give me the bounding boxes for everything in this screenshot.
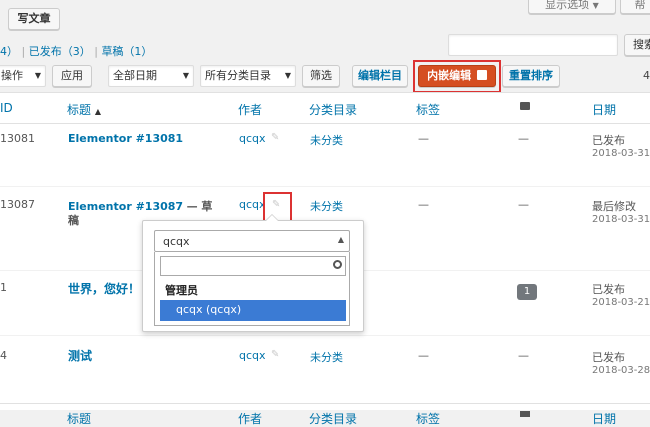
apply-button[interactable]: 应用 — [52, 65, 92, 87]
reset-order-button[interactable]: 重置排序 — [502, 65, 560, 87]
author-link[interactable]: qcqx — [239, 349, 266, 362]
screen-options-label: 显示选项 — [545, 0, 590, 11]
tags-value: — — [418, 132, 429, 145]
category-link[interactable]: 未分类 — [310, 349, 343, 365]
post-status: 已发布 — [592, 351, 625, 364]
filter-sep: | — [94, 45, 98, 58]
footer-header-categories: 分类目录 — [309, 412, 358, 426]
post-title-link[interactable]: Elementor #13081 — [68, 132, 183, 145]
row-id: 4 — [0, 349, 7, 362]
category-filter-label: 所有分类目录 — [205, 69, 271, 82]
search-input[interactable] — [448, 34, 618, 56]
category-link[interactable]: 未分类 — [310, 198, 343, 214]
status-filters: 4） | 已发布（3） | 草稿（1） — [0, 43, 152, 59]
post-date: 2018-03-28 — [592, 365, 650, 376]
comment-count: 1 — [523, 286, 531, 297]
author-link[interactable]: qcqx — [239, 198, 266, 211]
post-status: 已发布 — [592, 283, 625, 296]
comment-count-badge[interactable]: 1 — [517, 284, 537, 300]
edit-columns-button[interactable]: 编辑栏目 — [352, 65, 408, 87]
pencil-icon[interactable]: ✎ — [271, 132, 279, 143]
date-filter-select[interactable]: 全部日期 ▼ — [108, 65, 194, 87]
search-button[interactable]: 搜索 — [624, 34, 650, 56]
dropdown-option-highlighted[interactable]: qcqx (qcqx) — [160, 300, 346, 321]
row-id: 1 — [0, 281, 7, 294]
sort-asc-icon: ▲ — [94, 107, 101, 116]
column-header-date[interactable]: 日期 — [592, 101, 616, 118]
footer-comment-bubble-icon — [520, 411, 530, 417]
footer-divider — [0, 403, 650, 404]
chevron-up-icon: ▲ — [337, 235, 344, 244]
screen-options-button[interactable]: 显示选项 ▼ — [528, 0, 616, 14]
comments-value: — — [518, 132, 529, 145]
dropdown-arrow-icon: ▼ — [284, 71, 291, 80]
post-date: 2018-03-21 — [592, 297, 650, 308]
filter-drafts[interactable]: 草稿（1） — [101, 45, 152, 58]
comments-value: — — [518, 198, 529, 211]
dropdown-arrow-icon: ▼ — [34, 71, 41, 80]
row-divider — [0, 335, 650, 336]
post-state-label-wrap: 稿 — [68, 214, 79, 227]
bulk-action-label: 操作 — [1, 69, 23, 82]
row-id: 13087 — [0, 198, 35, 211]
bulk-action-select[interactable]: 操作 ▼ — [0, 65, 46, 87]
dropdown-search-input[interactable] — [160, 256, 346, 276]
post-status: 最后修改 — [592, 200, 636, 213]
filter-sep: | — [21, 45, 26, 58]
post-title-link[interactable]: 世界，您好！ — [68, 280, 140, 297]
filter-button[interactable]: 筛选 — [302, 65, 340, 87]
column-header-title-label: 标题 — [67, 103, 92, 117]
author-select-value: qcqx — [163, 235, 190, 248]
tags-value: — — [418, 349, 429, 362]
footer-header-date[interactable]: 日期 — [592, 410, 616, 427]
inline-edit-label: 内嵌编辑 — [427, 69, 472, 82]
column-header-tags: 标签 — [416, 103, 441, 117]
post-status: 已发布 — [592, 134, 625, 147]
category-filter-select[interactable]: 所有分类目录 ▼ — [200, 65, 296, 87]
magnifier-icon — [333, 260, 342, 269]
post-title-cell: Elementor #13087 — 草 — [68, 198, 212, 214]
chevron-down-icon: ▼ — [592, 1, 599, 10]
footer-header-title[interactable]: 标题 — [67, 410, 91, 427]
comments-value: — — [518, 349, 529, 362]
all-count[interactable]: 4） — [0, 45, 18, 58]
row-id: 13081 — [0, 132, 35, 145]
post-date: 2018-03-31 — [592, 148, 650, 159]
column-header-categories: 分类目录 — [309, 103, 358, 117]
dropdown-option-label: qcqx (qcqx) — [176, 303, 242, 316]
write-article-button[interactable]: 写文章 — [8, 8, 60, 30]
category-link[interactable]: 未分类 — [310, 132, 343, 148]
tags-value: — — [418, 198, 429, 211]
post-title-link[interactable]: 测试 — [68, 347, 92, 364]
dropdown-list: 管理员 qcqx (qcqx) — [154, 252, 350, 326]
pencil-icon[interactable]: ✎ — [272, 199, 280, 210]
column-header-author: 作者 — [238, 103, 263, 117]
author-link[interactable]: qcqx — [239, 132, 266, 145]
edit-note-icon — [476, 70, 487, 80]
dropdown-group-label: 管理员 — [165, 284, 198, 297]
row-divider — [0, 186, 650, 187]
post-date: 2018-03-31 — [592, 214, 650, 225]
help-button[interactable]: 帮 — [620, 0, 650, 14]
column-header-title[interactable]: 标题 ▲ — [67, 101, 101, 118]
pencil-icon[interactable]: ✎ — [271, 349, 279, 360]
column-header-id[interactable]: ID — [0, 101, 13, 115]
header-divider — [0, 123, 650, 124]
comment-bubble-icon — [520, 102, 530, 110]
item-count: 4 — [643, 69, 650, 82]
dropdown-arrow-icon: ▼ — [182, 71, 189, 80]
author-select[interactable]: qcqx ▲ — [154, 230, 350, 252]
popover-arrow-inner — [266, 215, 278, 221]
filter-published[interactable]: 已发布（3） — [29, 45, 91, 58]
post-title-link[interactable]: Elementor #13087 — [68, 200, 183, 213]
column-header-comments[interactable] — [520, 99, 530, 113]
inline-edit-button[interactable]: 内嵌编辑 — [418, 65, 496, 87]
date-filter-label: 全部日期 — [113, 69, 157, 82]
post-state-label: — 草 — [186, 200, 213, 213]
footer-header-author: 作者 — [238, 412, 263, 426]
footer-header-tags: 标签 — [416, 412, 441, 426]
